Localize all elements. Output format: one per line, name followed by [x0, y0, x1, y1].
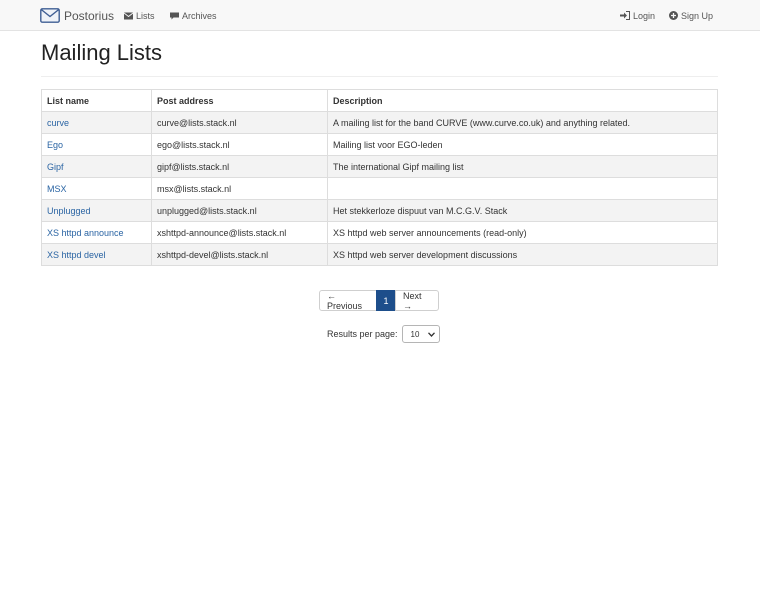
nav-archives-label: Archives — [182, 10, 217, 21]
list-link[interactable]: XS httpd devel — [47, 250, 106, 260]
brand-link[interactable]: Postorius — [40, 6, 114, 25]
description-cell: Mailing list voor EGO-leden — [327, 133, 718, 156]
post-address-cell: msx@lists.stack.nl — [151, 177, 328, 200]
mailing-lists-table: List name Post address Description curve… — [41, 89, 718, 266]
list-link[interactable]: MSX — [47, 184, 67, 194]
description-cell: A mailing list for the band CURVE (www.c… — [327, 111, 718, 134]
previous-page-button[interactable]: ← Previous — [319, 290, 377, 311]
table-row: XS httpd announce xshttpd-announce@lists… — [41, 221, 718, 244]
post-address-cell: curve@lists.stack.nl — [151, 111, 328, 134]
nav-login-label: Login — [633, 10, 656, 21]
next-page-button[interactable]: Next → — [395, 290, 439, 311]
list-name-cell: Unplugged — [41, 199, 152, 222]
list-link[interactable]: curve — [47, 118, 69, 128]
title-divider — [41, 76, 718, 77]
plus-circle-icon — [669, 11, 678, 20]
post-address-cell: gipf@lists.stack.nl — [151, 155, 328, 178]
brand-name: Postorius — [64, 8, 115, 23]
table-row: Ego ego@lists.stack.nl Mailing list voor… — [41, 133, 718, 156]
pagination: ← Previous 1 Next → — [319, 290, 439, 311]
list-name-cell: curve — [41, 111, 152, 134]
post-address-cell: xshttpd-devel@lists.stack.nl — [151, 243, 328, 266]
login-icon — [620, 11, 630, 20]
list-link[interactable]: XS httpd announce — [47, 228, 124, 238]
chevron-down-icon — [427, 331, 435, 337]
list-link[interactable]: Gipf — [47, 162, 64, 172]
top-navbar: Postorius Lists Archives Login Sign Up — [0, 0, 760, 31]
list-link[interactable]: Unplugged — [47, 206, 91, 216]
header-description: Description — [327, 89, 718, 112]
comment-icon — [170, 12, 179, 19]
results-per-page-select[interactable]: 10 — [401, 325, 440, 343]
description-cell: Het stekkerloze dispuut van M.C.G.V. Sta… — [327, 199, 718, 222]
list-name-cell: XS httpd announce — [41, 221, 152, 244]
description-cell: XS httpd web server announcements (read-… — [327, 221, 718, 244]
results-per-page-label: Results per page: — [327, 329, 398, 339]
nav-lists[interactable]: Lists — [124, 9, 155, 22]
nav-signup[interactable]: Sign Up — [669, 9, 713, 22]
description-cell: The international Gipf mailing list — [327, 155, 718, 178]
post-address-cell: ego@lists.stack.nl — [151, 133, 328, 156]
nav-lists-label: Lists — [136, 10, 155, 21]
list-name-cell: Ego — [41, 133, 152, 156]
header-list-name: List name — [41, 89, 152, 112]
nav-signup-label: Sign Up — [681, 10, 714, 21]
table-row: XS httpd devel xshttpd-devel@lists.stack… — [41, 243, 718, 266]
header-post-address: Post address — [151, 89, 328, 112]
description-cell: XS httpd web server development discussi… — [327, 243, 718, 266]
table-row: Unplugged unplugged@lists.stack.nl Het s… — [41, 199, 718, 222]
nav-archives[interactable]: Archives — [170, 9, 217, 22]
page-title: Mailing Lists — [41, 40, 163, 65]
table-row: MSX msx@lists.stack.nl — [41, 177, 718, 200]
list-name-cell: XS httpd devel — [41, 243, 152, 266]
table-row: curve curve@lists.stack.nl A mailing lis… — [41, 111, 718, 134]
post-address-cell: xshttpd-announce@lists.stack.nl — [151, 221, 328, 244]
results-per-page-value: 10 — [410, 329, 420, 339]
nav-login[interactable]: Login — [620, 9, 655, 22]
list-name-cell: MSX — [41, 177, 152, 200]
table-header-row: List name Post address Description — [41, 89, 718, 112]
post-address-cell: unplugged@lists.stack.nl — [151, 199, 328, 222]
list-name-cell: Gipf — [41, 155, 152, 178]
current-page-button[interactable]: 1 — [376, 290, 396, 311]
table-row: Gipf gipf@lists.stack.nl The internation… — [41, 155, 718, 178]
results-per-page: Results per page: 10 — [327, 325, 440, 343]
list-link[interactable]: Ego — [47, 140, 63, 150]
envelope-icon — [124, 12, 133, 19]
envelope-logo-icon — [40, 8, 60, 23]
description-cell — [327, 177, 718, 200]
